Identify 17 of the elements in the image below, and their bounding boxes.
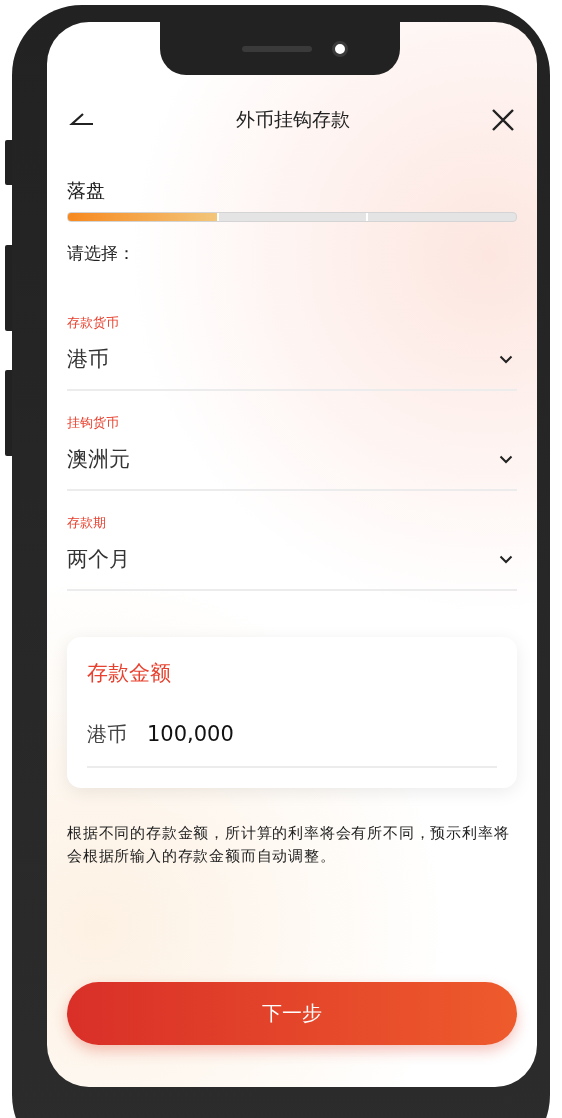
camera-icon	[332, 41, 348, 57]
next-button[interactable]: 下一步	[67, 982, 517, 1045]
amount-input[interactable]: 港币 100,000	[87, 721, 497, 768]
note-text: 根据不同的存款金额，所计算的利率将会有所不同，预示利率将会根据所输入的存款金额而自动调整。	[67, 823, 511, 867]
step-label: 落盘	[67, 178, 106, 203]
page-title: 外币挂钩存款	[236, 107, 350, 132]
close-icon[interactable]	[491, 108, 515, 132]
chevron-down-icon	[499, 454, 513, 464]
speaker-icon	[242, 46, 312, 52]
chevron-down-icon	[499, 554, 513, 564]
back-icon[interactable]	[69, 112, 95, 128]
dropdown-field[interactable]: 存款货币 港币	[67, 315, 517, 391]
dropdown-field[interactable]: 挂钩货币 澳洲元	[67, 415, 517, 491]
dropdown-field[interactable]: 存款期 两个月	[67, 515, 517, 591]
prompt-text: 请选择：	[67, 242, 136, 265]
chevron-down-icon	[499, 354, 513, 364]
amount-title: 存款金额	[87, 660, 172, 687]
